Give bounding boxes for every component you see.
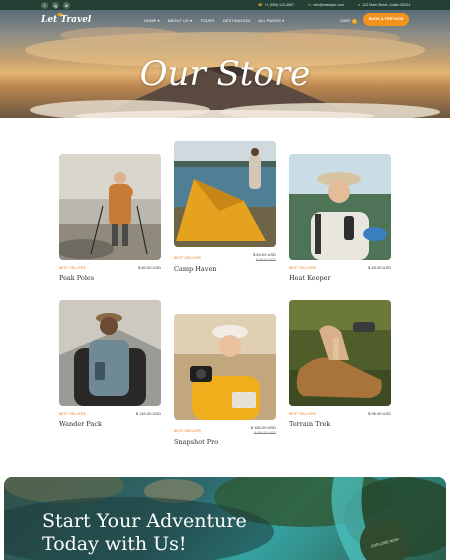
book-trip-button[interactable]: BOOK A TRIP NOW	[363, 13, 409, 26]
email-text: info@example.com	[313, 2, 344, 7]
product-price: $ 180.00 USD	[250, 425, 276, 430]
best-seller-tag: BEST SELLERS	[289, 412, 317, 416]
email-link[interactable]: ✉ info@example.com	[308, 3, 344, 7]
best-seller-tag: BEST SELLERS	[59, 266, 87, 270]
page-title: Our Store	[139, 54, 311, 94]
tent-camp-photo	[174, 141, 276, 247]
product-card[interactable]: $ 180.00 USD BEST SELLERS $ 200.00 USD S…	[174, 314, 276, 449]
product-card[interactable]: BEST SELLERS $ 140.00 USD Wander Pack	[59, 300, 161, 432]
product-image[interactable]	[59, 154, 161, 260]
product-name[interactable]: Camp Haven	[174, 265, 217, 273]
product-card[interactable]: BEST SELLERS $ 80.00 USD Peak Poles	[59, 154, 161, 286]
pin-icon: ●	[358, 2, 361, 7]
phone-link[interactable]: ☎ +1 (555) 123-4567	[258, 3, 294, 7]
product-price: $ 140.00 USD	[135, 411, 161, 416]
phone-icon: ☎	[258, 2, 263, 7]
product-card[interactable]: $ 84.00 USD BEST SELLERS $ 95.00 USD Cam…	[174, 141, 276, 276]
product-name[interactable]: Heat Keeper	[289, 274, 331, 282]
main-navbar: Let Travel HOME ▾ ABOUT US ▾ TOURS DESTI…	[0, 10, 450, 32]
cta-heading-line2: Today with Us!	[42, 533, 187, 555]
address-text: 123 Main Street, Austin 62914	[362, 2, 411, 7]
cart-count-badge: 0	[351, 19, 357, 24]
product-image[interactable]	[174, 314, 276, 420]
product-card[interactable]: BEST SELLERS $ 96.00 USD Terrain Trek	[289, 300, 391, 432]
product-price: $ 96.00 USD	[368, 411, 391, 416]
nav-item-all-pages[interactable]: ALL PAGES ▾	[258, 18, 284, 23]
best-seller-tag: BEST SELLERS	[174, 256, 202, 260]
product-card[interactable]: BEST SELLERS $ 45.00 USD Heat Keeper	[289, 154, 391, 286]
hero-banner: Let Travel HOME ▾ ABOUT US ▾ TOURS DESTI…	[0, 10, 450, 118]
cta-heading-line1: Start Your Adventure	[42, 510, 247, 532]
facebook-icon[interactable]: f	[41, 1, 48, 9]
cart-button[interactable]: CART 0	[340, 18, 357, 24]
nav-item-home[interactable]: HOME ▾	[144, 18, 160, 23]
nav-menu: HOME ▾ ABOUT US ▾ TOURS DESTINATION ALL …	[144, 18, 284, 23]
nav-item-tours[interactable]: TOURS	[200, 18, 214, 23]
cart-label: CART	[340, 18, 351, 23]
social-links: f ig tk	[41, 1, 70, 9]
hiker-with-poles-photo	[59, 154, 161, 260]
product-image[interactable]	[174, 141, 276, 247]
contact-info: ☎ +1 (555) 123-4567 ✉ info@example.com ● 12…	[258, 3, 410, 7]
product-price: $ 45.00 USD	[368, 265, 391, 270]
product-image[interactable]	[59, 300, 161, 406]
hiker-backpack-photo	[59, 300, 161, 406]
nav-item-destination[interactable]: DESTINATION	[223, 18, 251, 23]
best-seller-tag: BEST SELLERS	[289, 266, 317, 270]
best-seller-tag: BEST SELLERS	[59, 412, 87, 416]
instagram-icon[interactable]: ig	[52, 1, 59, 9]
address-link[interactable]: ● 123 Main Street, Austin 62914	[358, 3, 410, 7]
top-bar: f ig tk ☎ +1 (555) 123-4567 ✉ info@example…	[0, 0, 450, 10]
nav-item-label: ABOUT US	[167, 18, 189, 23]
product-name[interactable]: Wander Pack	[59, 420, 102, 428]
product-name[interactable]: Peak Poles	[59, 274, 94, 282]
mail-icon: ✉	[308, 2, 312, 7]
woman-with-thermos-photo	[289, 154, 391, 260]
tiktok-icon[interactable]: tk	[63, 1, 70, 9]
phone-text: +1 (555) 123-4567	[264, 2, 295, 7]
hiking-boots-photo	[289, 300, 391, 406]
product-name[interactable]: Snapshot Pro	[174, 438, 218, 446]
cta-heading: Start Your Adventure Today with Us!	[42, 510, 247, 556]
product-price: $ 80.00 USD	[138, 265, 161, 270]
nav-item-about[interactable]: ABOUT US ▾	[168, 18, 193, 23]
product-image[interactable]	[289, 300, 391, 406]
site-logo[interactable]: Let Travel	[41, 15, 91, 25]
nav-item-label: HOME	[144, 18, 157, 23]
woman-with-camera-photo	[174, 314, 276, 420]
nav-item-label: ALL PAGES	[258, 18, 281, 23]
product-image[interactable]	[289, 154, 391, 260]
product-old-price: $ 200.00 USD	[254, 431, 276, 435]
best-seller-tag: BEST SELLERS	[174, 429, 202, 433]
product-name[interactable]: Terrain Trek	[289, 420, 330, 428]
product-price: $ 84.00 USD	[253, 252, 276, 257]
product-old-price: $ 95.00 USD	[255, 258, 276, 262]
